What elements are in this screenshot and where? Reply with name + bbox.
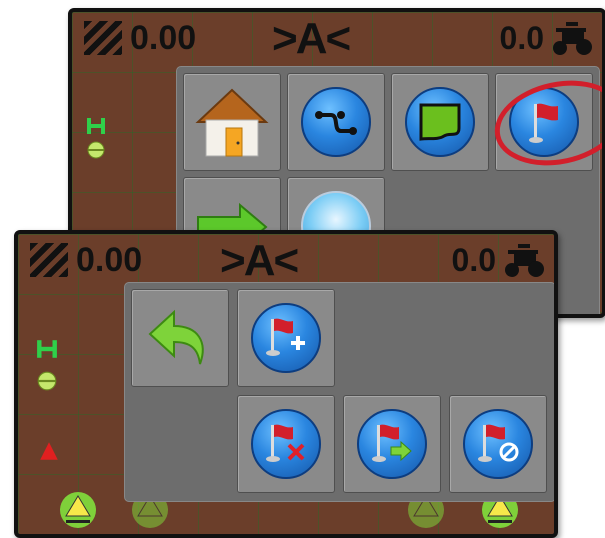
guidance-screen-marker-menu: 0.00 >A< 0.0 <box>14 230 558 538</box>
delete-marker-button[interactable] <box>237 395 335 493</box>
home-icon <box>195 88 269 157</box>
right-value-readout: 0.0 <box>499 20 544 56</box>
status-bar: 0.00 >A< 0.0 <box>18 234 554 286</box>
boom-width-icon <box>87 118 105 134</box>
sensor-indicator-icon <box>37 371 57 391</box>
back-button[interactable] <box>131 289 229 387</box>
speed-readout: 0.00 <box>76 240 143 279</box>
marker-button[interactable] <box>495 73 593 171</box>
boom-width-icon <box>37 340 57 358</box>
cancel-marker-button[interactable] <box>449 395 547 493</box>
boom-status-icon <box>30 243 68 277</box>
vehicle-position-icon <box>40 442 58 460</box>
sensor-indicator-icon <box>87 141 105 159</box>
cancel-marker-flag-icon <box>463 409 533 479</box>
back-arrow-icon <box>148 309 204 365</box>
add-marker-flag-icon <box>251 303 321 373</box>
guidance-button[interactable] <box>287 73 385 171</box>
delete-marker-flag-icon <box>251 409 321 479</box>
boundary-button[interactable] <box>391 73 489 171</box>
goto-marker-button[interactable] <box>343 395 441 493</box>
speed-readout: 0.00 <box>130 18 197 57</box>
guidance-mode-readout: >A< <box>272 14 351 63</box>
tractor-icon <box>553 22 592 55</box>
steer-left-icon[interactable] <box>58 490 98 530</box>
add-marker-button[interactable] <box>237 289 335 387</box>
boundary-icon <box>405 87 475 157</box>
marker-flag-icon <box>509 87 579 157</box>
status-bar: 0.00 >A< 0.0 <box>72 12 602 64</box>
boom-status-icon <box>84 21 122 55</box>
marker-menu-panel <box>124 282 554 502</box>
goto-marker-flag-icon <box>357 409 427 479</box>
tractor-icon <box>505 244 544 277</box>
guidance-mode-readout: >A< <box>220 236 299 285</box>
right-value-readout: 0.0 <box>451 242 496 278</box>
guidance-path-icon <box>301 87 371 157</box>
home-button[interactable] <box>183 73 281 171</box>
